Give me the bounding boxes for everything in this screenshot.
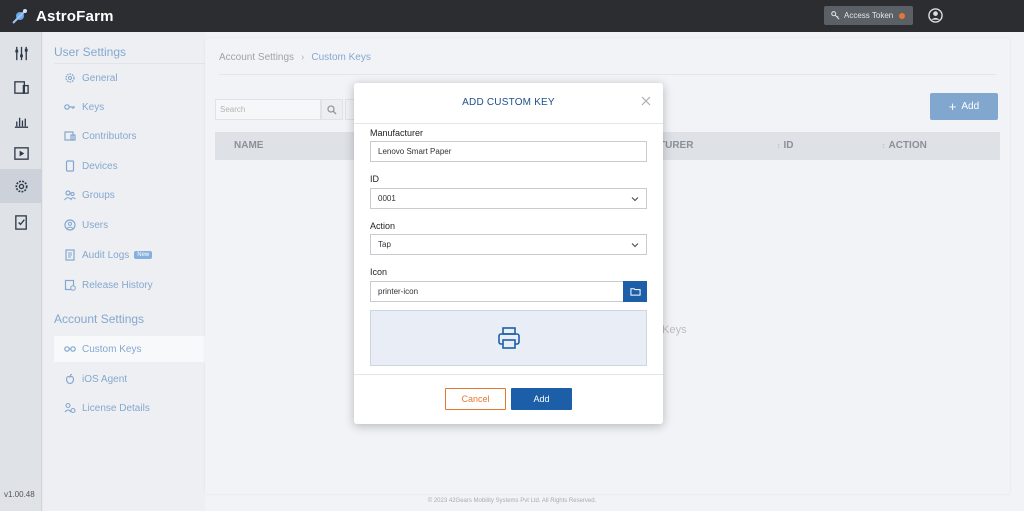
rail-reports[interactable]: [0, 104, 42, 138]
devices-icon: [13, 80, 29, 94]
brand[interactable]: AstroFarm: [10, 6, 114, 26]
status-dot: [899, 12, 906, 19]
access-token-button[interactable]: Access Token: [824, 6, 913, 25]
icon-rail: [0, 32, 42, 511]
manufacturer-value: Lenovo Smart Paper: [378, 147, 452, 156]
checklist-icon: [14, 214, 27, 230]
rail-controls[interactable]: [0, 36, 42, 70]
access-token-label: Access Token: [844, 11, 894, 20]
manufacturer-label: Manufacturer: [370, 128, 424, 138]
icon-input[interactable]: printer-icon: [370, 281, 624, 302]
action-select[interactable]: Tap: [370, 234, 647, 255]
key-icon: [831, 11, 840, 20]
add-button[interactable]: Add: [511, 388, 572, 410]
bar-chart-icon: [14, 117, 28, 128]
astrofarm-logo-icon: [12, 9, 27, 24]
icon-preview: [370, 310, 647, 366]
rail-media[interactable]: [0, 136, 42, 170]
browse-icon-button[interactable]: [623, 281, 647, 302]
folder-icon: [629, 288, 641, 296]
chevron-down-icon: [631, 242, 639, 247]
rail-devices[interactable]: [0, 70, 42, 104]
sliders-icon: [14, 46, 28, 60]
user-avatar-icon[interactable]: [928, 8, 943, 23]
id-value: 0001: [378, 194, 396, 203]
rail-settings[interactable]: [0, 169, 42, 203]
manufacturer-input[interactable]: Lenovo Smart Paper: [370, 141, 647, 162]
id-label: ID: [370, 174, 379, 184]
chevron-down-icon: [631, 196, 639, 201]
icon-label: Icon: [370, 267, 388, 277]
settings-gear-icon: [14, 179, 28, 193]
close-icon[interactable]: [640, 95, 652, 107]
top-bar: AstroFarm Access Token: [0, 0, 1024, 32]
icon-value: printer-icon: [378, 287, 419, 296]
add-custom-key-dialog: ADD CUSTOM KEY Manufacturer Lenovo Smart…: [354, 83, 663, 424]
printer-icon: [497, 327, 520, 349]
rail-tasks[interactable]: [0, 205, 42, 239]
play-icon: [13, 146, 29, 160]
dialog-header-divider: [354, 123, 663, 124]
action-value: Tap: [378, 240, 391, 249]
action-label: Action: [370, 221, 396, 231]
dialog-footer-divider: [354, 374, 663, 375]
cancel-button[interactable]: Cancel: [445, 388, 506, 410]
dialog-title: ADD CUSTOM KEY: [462, 97, 555, 108]
app-name: AstroFarm: [36, 7, 114, 25]
id-select[interactable]: 0001: [370, 188, 647, 209]
